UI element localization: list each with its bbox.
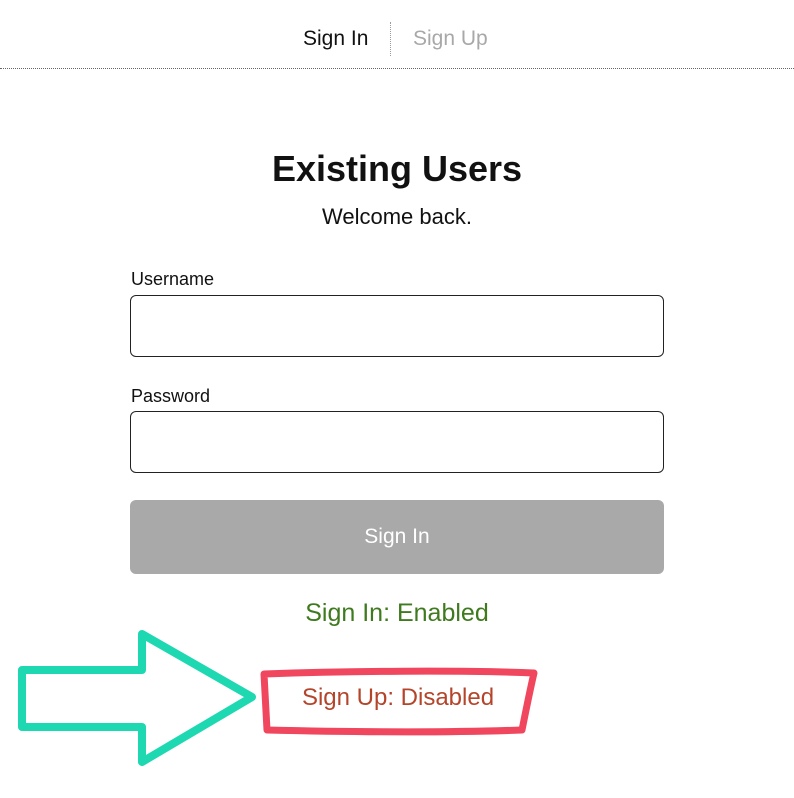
sign-in-panel: Existing Users Welcome back. Username Pa… [0, 0, 794, 798]
username-label: Username [131, 269, 215, 289]
password-field[interactable] [130, 411, 664, 473]
username-field[interactable] [130, 295, 664, 357]
sign-in-button[interactable]: Sign In [130, 500, 664, 574]
page-title: Existing Users [271, 148, 523, 189]
password-label: Password [131, 386, 211, 406]
welcome-message: Welcome back. [322, 204, 472, 229]
sign-up-status: Sign Up: Disabled [301, 684, 495, 711]
sign-in-status: Sign In: Enabled [305, 599, 489, 627]
